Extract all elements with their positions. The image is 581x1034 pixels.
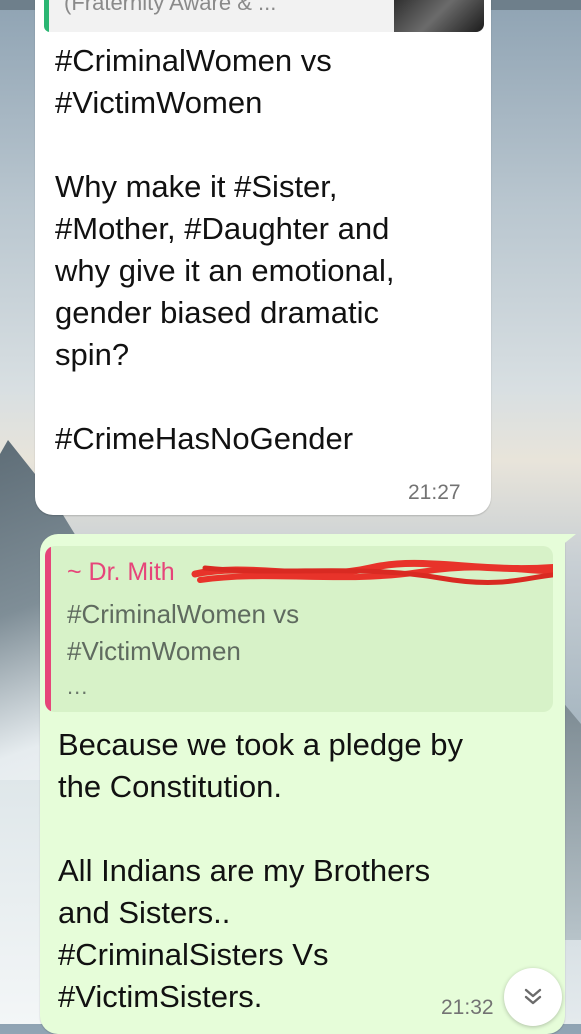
outgoing-message-time: 21:32: [441, 996, 494, 1019]
forwarded-preview[interactable]: (Fraternity Aware & ...: [44, 0, 484, 32]
double-chevron-down-icon: [524, 988, 542, 1005]
quoted-reply-author: ~ Dr. Mith: [67, 558, 175, 586]
quoted-reply[interactable]: ~ Dr. Mith #CriminalWomen vs #VictimWome…: [45, 546, 553, 712]
scroll-to-bottom-button[interactable]: [504, 968, 562, 1026]
quoted-reply-accent-bar: [45, 546, 51, 712]
outgoing-message-text: Because we took a pledge by the Constitu…: [58, 727, 463, 1014]
quoted-reply-text: #CriminalWomen vs #VictimWomen: [67, 599, 300, 666]
redaction-scribble: [191, 559, 553, 585]
forwarded-preview-text: (Fraternity Aware & ...: [64, 0, 277, 15]
forwarded-accent-bar: [44, 0, 49, 32]
incoming-message-text: #CriminalWomen vs #VictimWomen Why make …: [55, 43, 395, 456]
quoted-reply-ellipsis: ...: [67, 674, 89, 699]
forwarded-thumbnail[interactable]: [394, 0, 484, 32]
incoming-message-time: 21:27: [408, 481, 461, 504]
